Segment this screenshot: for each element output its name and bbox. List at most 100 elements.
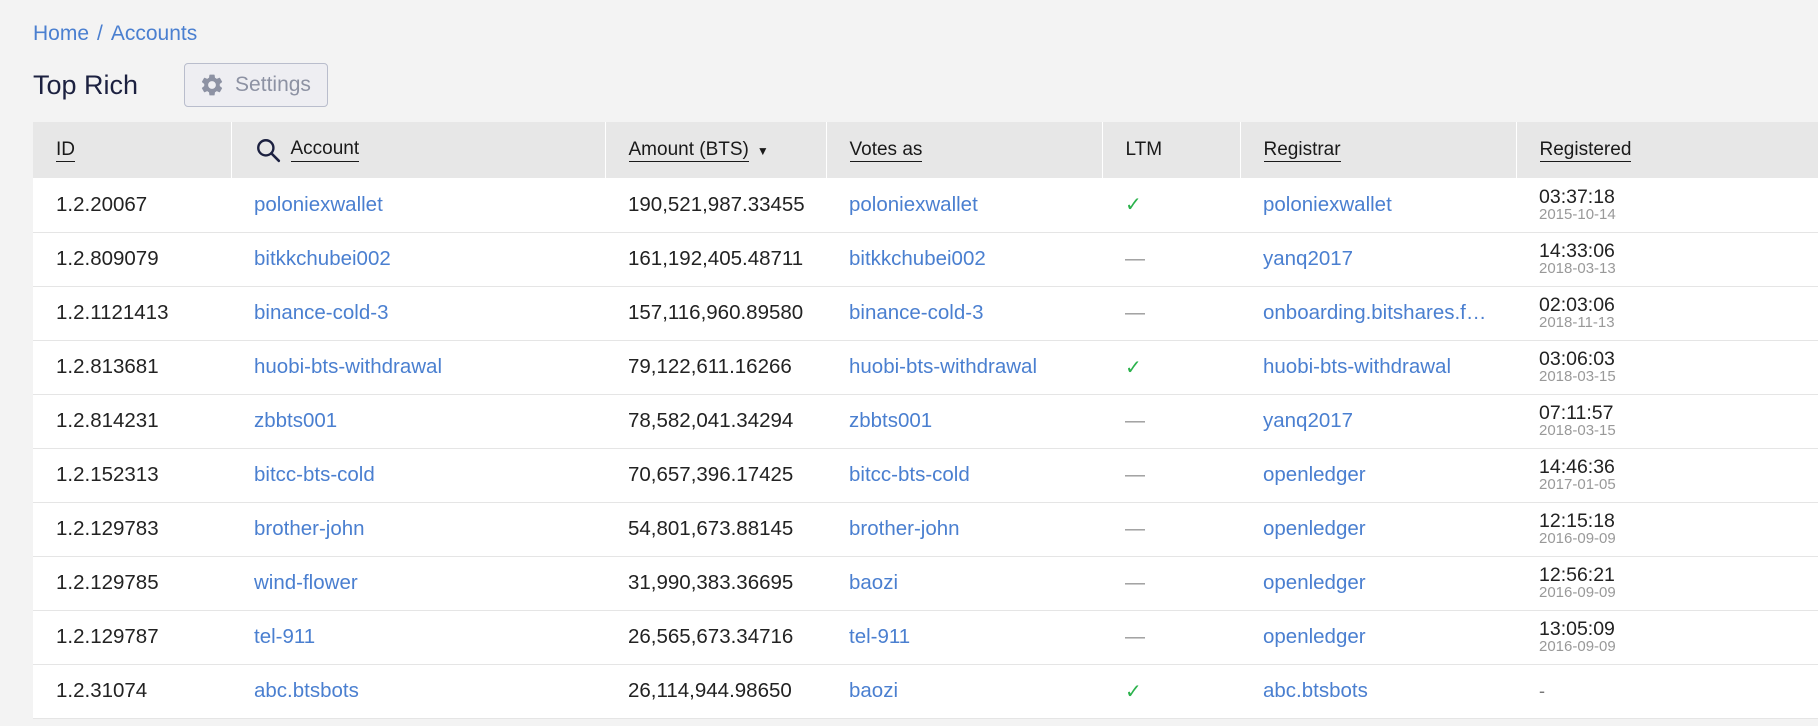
table-row: 1.2.129783 brother-john 54,801,673.88145 br… — [33, 502, 1818, 556]
votes-as-link[interactable]: binance-cold-3 — [826, 286, 1102, 340]
account-link[interactable]: poloniexwallet — [231, 178, 605, 232]
votes-as-link[interactable]: poloniexwallet — [826, 178, 1102, 232]
registered-time: 03:06:03 — [1539, 348, 1615, 370]
registrar-link[interactable]: openledger — [1240, 448, 1516, 502]
col-header-votes[interactable]: Votes as — [826, 122, 1103, 178]
account-link[interactable]: bitkkchubei002 — [231, 232, 605, 286]
account-link[interactable]: zbbts001 — [231, 394, 605, 448]
ltm-cell: — — [1102, 556, 1240, 610]
account-link[interactable]: huobi-bts-withdrawal — [231, 340, 605, 394]
gear-icon — [201, 74, 223, 96]
title-row: Top Rich Settings — [33, 62, 328, 108]
amount-cell: 70,657,396.17425 — [628, 463, 794, 486]
dash-icon: — — [1125, 302, 1145, 324]
registered-time: 07:11:57 — [1539, 402, 1614, 424]
ltm-cell: — — [1102, 502, 1240, 556]
votes-as-link[interactable]: baozi — [826, 556, 1102, 610]
account-link[interactable]: abc.btsbots — [231, 664, 605, 718]
amount-cell: 31,990,383.36695 — [628, 571, 794, 594]
breadcrumb-accounts-link[interactable]: Accounts — [111, 22, 197, 45]
registrar-link[interactable]: openledger — [1240, 556, 1516, 610]
registrar-link[interactable]: yanq2017 — [1240, 394, 1516, 448]
registered-date: 2018-11-13 — [1539, 314, 1615, 331]
registered-date: 2017-01-05 — [1539, 476, 1616, 493]
ltm-cell: — — [1102, 448, 1240, 502]
votes-as-link[interactable]: bitcc-bts-cold — [826, 448, 1102, 502]
ltm-cell: ✓ — [1102, 664, 1240, 718]
ltm-cell: — — [1102, 610, 1240, 664]
account-id-cell: 1.2.152313 — [56, 463, 159, 486]
registrar-link[interactable]: openledger — [1240, 610, 1516, 664]
check-icon: ✓ — [1125, 356, 1142, 379]
amount-cell: 26,114,944.98650 — [628, 679, 792, 702]
account-link[interactable]: binance-cold-3 — [231, 286, 605, 340]
table-row: 1.2.813681 huobi-bts-withdrawal 79,122,611… — [33, 340, 1818, 394]
dash-icon: — — [1125, 572, 1145, 594]
registrar-link[interactable]: onboarding.bitshares.f… — [1240, 286, 1516, 340]
table-row: 1.2.1121413 binance-cold-3 157,116,960.895… — [33, 286, 1818, 340]
col-header-amount[interactable]: Amount (BTS) ▼ — [605, 122, 827, 178]
table-row: 1.2.20067 poloniexwallet 190,521,987.33455… — [33, 178, 1818, 232]
registrar-link[interactable]: openledger — [1240, 502, 1516, 556]
registered-time: 12:15:18 — [1539, 510, 1615, 532]
votes-as-link[interactable]: bitkkchubei002 — [826, 232, 1102, 286]
page-title: Top Rich — [33, 69, 139, 100]
registered-date: 2016-09-09 — [1539, 530, 1616, 547]
account-id-cell: 1.2.129787 — [56, 625, 159, 648]
registrar-link[interactable]: huobi-bts-withdrawal — [1240, 340, 1516, 394]
registered-cell: 03:06:03 2018-03-15 — [1516, 340, 1818, 394]
votes-as-link[interactable]: baozi — [826, 664, 1102, 718]
registered-time: 12:56:21 — [1539, 564, 1615, 586]
registrar-link[interactable]: poloniexwallet — [1240, 178, 1516, 232]
registered-time: 02:03:06 — [1539, 294, 1615, 316]
registrar-link[interactable]: abc.btsbots — [1240, 664, 1516, 718]
search-icon[interactable] — [255, 137, 281, 163]
amount-cell: 26,565,673.34716 — [628, 625, 794, 648]
account-link[interactable]: tel-911 — [231, 610, 605, 664]
registered-date: 2016-09-09 — [1539, 638, 1616, 655]
votes-as-link[interactable]: huobi-bts-withdrawal — [826, 340, 1102, 394]
account-id-cell: 1.2.31074 — [56, 679, 148, 702]
account-id-cell: 1.2.129783 — [56, 517, 159, 540]
registered-time: 14:46:36 — [1539, 456, 1615, 478]
col-header-id[interactable]: ID — [33, 122, 232, 178]
registrar-link[interactable]: yanq2017 — [1240, 232, 1516, 286]
col-header-account[interactable]: Account — [231, 122, 606, 178]
table-row: 1.2.152313 bitcc-bts-cold 70,657,396.17425… — [33, 448, 1818, 502]
account-id-cell: 1.2.809079 — [56, 247, 159, 270]
check-icon: ✓ — [1125, 194, 1142, 217]
registered-empty: - — [1539, 681, 1545, 701]
settings-button-label: Settings — [235, 73, 311, 96]
votes-as-link[interactable]: tel-911 — [826, 610, 1102, 664]
ltm-cell: — — [1102, 394, 1240, 448]
amount-cell: 79,122,611.16266 — [628, 355, 792, 378]
account-link[interactable]: wind-flower — [231, 556, 605, 610]
ltm-cell: — — [1102, 232, 1240, 286]
amount-cell: 190,521,987.33455 — [628, 192, 805, 216]
registered-time: 03:37:18 — [1539, 185, 1615, 208]
account-link[interactable]: bitcc-bts-cold — [231, 448, 605, 502]
account-link[interactable]: brother-john — [231, 502, 605, 556]
col-header-votes-label: Votes as — [849, 139, 923, 162]
votes-as-link[interactable]: zbbts001 — [826, 394, 1102, 448]
registered-cell: 13:05:09 2016-09-09 — [1516, 610, 1818, 664]
votes-as-link[interactable]: brother-john — [826, 502, 1102, 556]
registered-cell: 02:03:06 2018-11-13 — [1516, 286, 1818, 340]
settings-button[interactable]: Settings — [184, 63, 328, 107]
account-id-cell: 1.2.1121413 — [56, 301, 169, 324]
registered-date: 2018-03-15 — [1539, 368, 1616, 385]
ltm-cell: ✓ — [1102, 178, 1240, 232]
table-body: 1.2.20067 poloniexwallet 190,521,987.33455… — [33, 178, 1818, 718]
col-header-account-label: Account — [290, 138, 360, 162]
dash-icon: — — [1125, 626, 1145, 648]
registered-cell: 14:46:36 2017-01-05 — [1516, 448, 1818, 502]
col-header-ltm: LTM — [1102, 122, 1241, 178]
registered-date: 2016-09-09 — [1539, 584, 1616, 601]
col-header-registered-label: Registered — [1539, 139, 1632, 162]
col-header-amount-label: Amount (BTS) — [628, 139, 749, 162]
accounts-table: ID Account Amount (BTS) ▼ Votes as LTM Re… — [33, 122, 1818, 719]
col-header-registered[interactable]: Registered — [1516, 122, 1818, 178]
account-id-cell: 1.2.20067 — [56, 192, 148, 216]
col-header-registrar[interactable]: Registrar — [1240, 122, 1517, 178]
breadcrumb-home-link[interactable]: Home — [33, 22, 89, 45]
